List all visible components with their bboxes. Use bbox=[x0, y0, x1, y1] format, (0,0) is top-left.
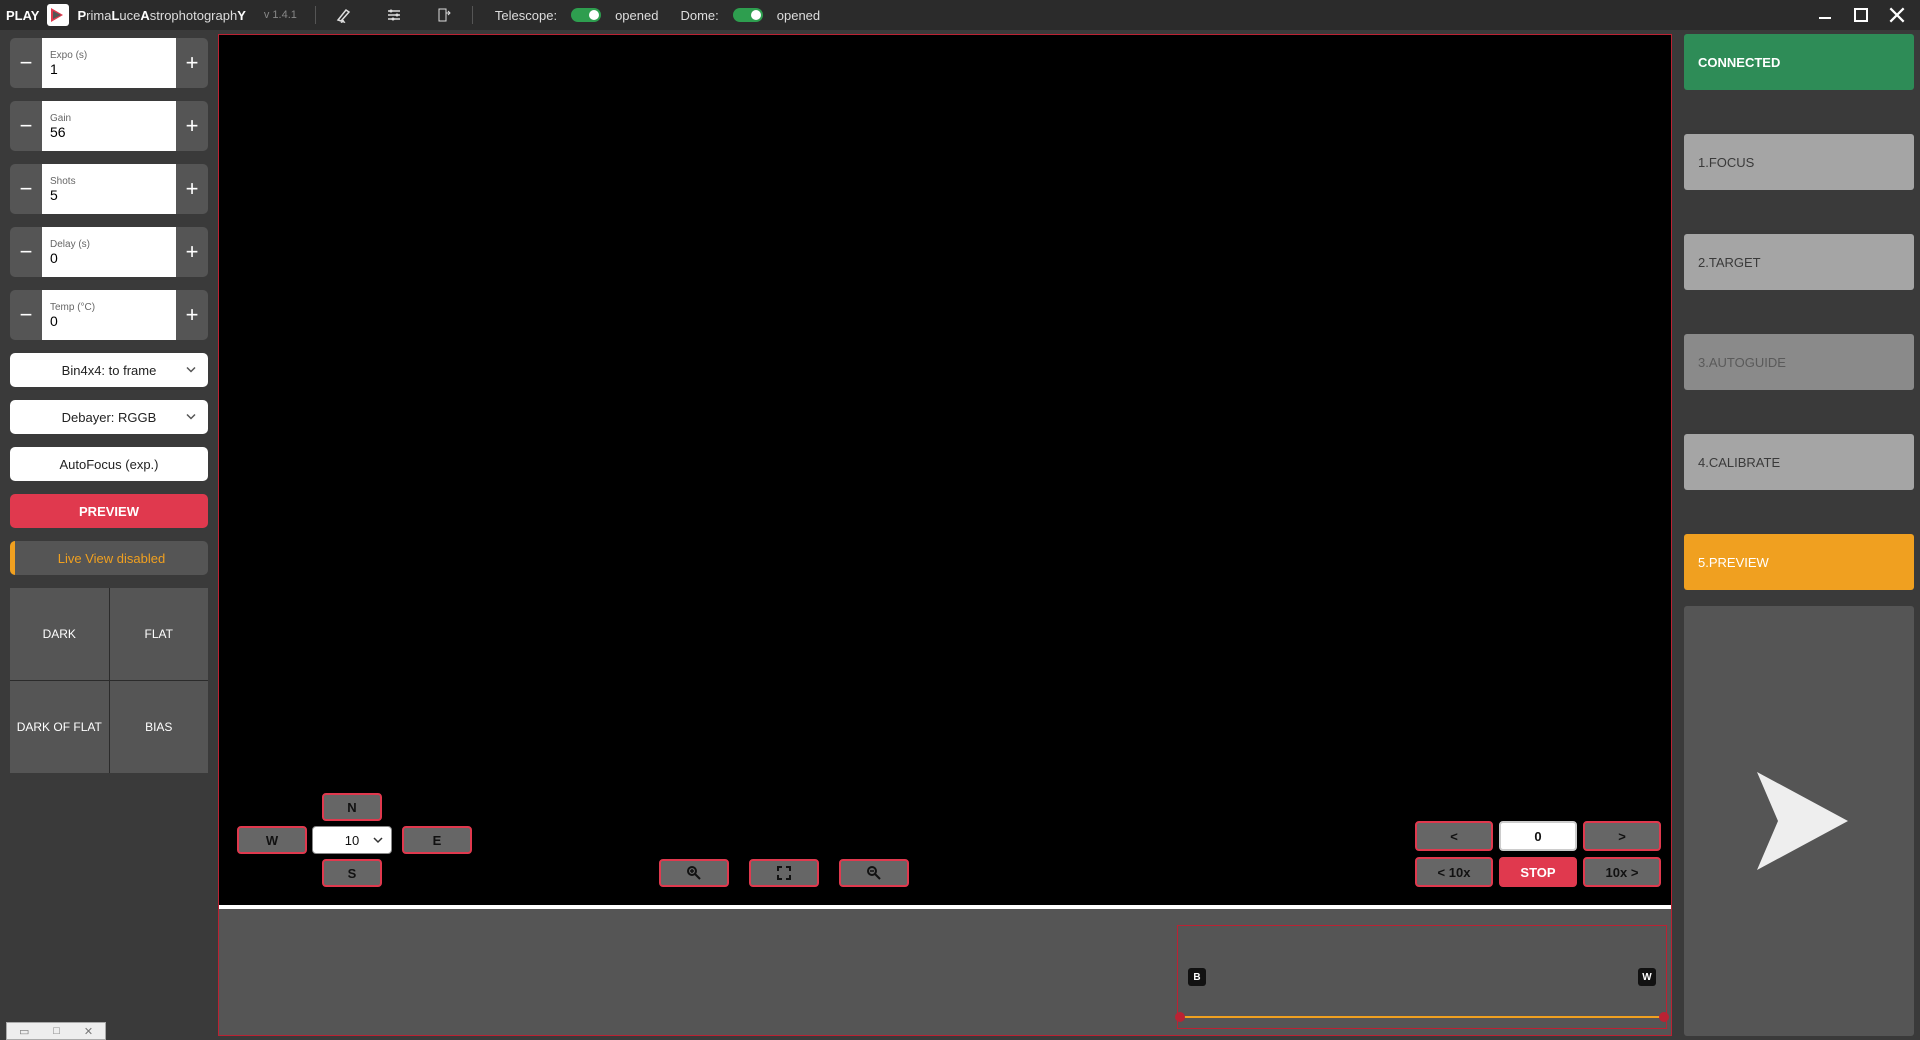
sliders-icon[interactable] bbox=[384, 5, 404, 25]
telescope-status-label: Telescope: bbox=[495, 8, 557, 23]
delay-label: Delay (s) bbox=[50, 239, 168, 250]
shots-row: − Shots + bbox=[10, 164, 208, 214]
white-point-handle[interactable]: W bbox=[1638, 968, 1656, 986]
shots-plus-button[interactable]: + bbox=[176, 164, 208, 214]
version-label: v 1.4.1 bbox=[264, 9, 297, 21]
shots-label: Shots bbox=[50, 176, 168, 187]
delay-input[interactable] bbox=[50, 250, 168, 266]
histogram-range[interactable]: B W bbox=[1177, 925, 1667, 1029]
focuser-step-out-button[interactable]: > bbox=[1583, 821, 1661, 851]
liveview-button[interactable]: Live View disabled bbox=[10, 541, 208, 575]
gain-row: − Gain + bbox=[10, 101, 208, 151]
chevron-down-icon bbox=[373, 833, 383, 848]
step-target[interactable]: 2.TARGET bbox=[1684, 234, 1914, 290]
dark-of-flat-button[interactable]: DARK OF FLAT bbox=[10, 681, 109, 773]
telescope-state: opened bbox=[615, 8, 658, 23]
step-calibrate[interactable]: 4.CALIBRATE bbox=[1684, 434, 1914, 490]
restore-icon[interactable]: ▭ bbox=[19, 1025, 29, 1038]
right-panel: CONNECTED 1.FOCUS 2.TARGET 3.AUTOGUIDE 4… bbox=[1680, 30, 1920, 1040]
step-focus[interactable]: 1.FOCUS bbox=[1684, 134, 1914, 190]
zoom-fit-button[interactable] bbox=[749, 859, 819, 887]
delay-minus-button[interactable]: − bbox=[10, 227, 42, 277]
focuser-fast-in-button[interactable]: < 10x bbox=[1415, 857, 1493, 887]
brand-name: PrimaLuceAstrophotographY bbox=[77, 8, 245, 23]
debayer-select[interactable]: Debayer: RGGB bbox=[10, 400, 208, 434]
move-south-button[interactable]: S bbox=[322, 859, 382, 887]
maximize-icon[interactable]: □ bbox=[53, 1025, 60, 1037]
preview-button[interactable]: PREVIEW bbox=[10, 494, 208, 528]
expo-plus-button[interactable]: + bbox=[176, 38, 208, 88]
expo-input[interactable] bbox=[50, 61, 168, 77]
move-north-button[interactable]: N bbox=[322, 793, 382, 821]
window-maximize-button[interactable] bbox=[1846, 0, 1876, 30]
temp-label: Temp (°C) bbox=[50, 302, 168, 313]
window-minimize-button[interactable] bbox=[1810, 0, 1840, 30]
focuser-position[interactable]: 0 bbox=[1499, 821, 1577, 851]
step-connected[interactable]: CONNECTED bbox=[1684, 34, 1914, 90]
flat-button[interactable]: FLAT bbox=[110, 588, 209, 680]
bias-button[interactable]: BIAS bbox=[110, 681, 209, 773]
temp-row: − Temp (°C) + bbox=[10, 290, 208, 340]
play-label: PLAY bbox=[6, 8, 39, 23]
chevron-down-icon bbox=[186, 410, 196, 425]
window-close-button[interactable] bbox=[1882, 0, 1912, 30]
delay-plus-button[interactable]: + bbox=[176, 227, 208, 277]
expo-row: − Expo (s) + bbox=[10, 38, 208, 88]
move-west-button[interactable]: W bbox=[237, 826, 307, 854]
dome-toggle[interactable] bbox=[733, 8, 763, 22]
step-preview[interactable]: 5.PREVIEW bbox=[1684, 534, 1914, 590]
zoom-in-button[interactable] bbox=[659, 859, 729, 887]
gain-input[interactable] bbox=[50, 124, 168, 140]
telescope-toggle[interactable] bbox=[571, 8, 601, 22]
center-panel: B W N S W E 10 < 0 bbox=[218, 34, 1672, 1036]
shots-minus-button[interactable]: − bbox=[10, 164, 42, 214]
topbar: PLAY PrimaLuceAstrophotographY v 1.4.1 T… bbox=[0, 0, 1920, 30]
binning-select[interactable]: Bin4x4: to frame bbox=[10, 353, 208, 387]
dome-status-label: Dome: bbox=[680, 8, 718, 23]
image-viewport[interactable] bbox=[219, 35, 1671, 905]
temp-minus-button[interactable]: − bbox=[10, 290, 42, 340]
temp-plus-button[interactable]: + bbox=[176, 290, 208, 340]
focuser-stop-button[interactable]: STOP bbox=[1499, 857, 1577, 887]
delay-row: − Delay (s) + bbox=[10, 227, 208, 277]
gain-label: Gain bbox=[50, 113, 168, 124]
histogram-area: B W bbox=[219, 909, 1671, 1035]
zoom-out-button[interactable] bbox=[839, 859, 909, 887]
focuser-step-in-button[interactable]: < bbox=[1415, 821, 1493, 851]
slew-speed-select[interactable]: 10 bbox=[312, 826, 392, 854]
close-icon[interactable]: ✕ bbox=[84, 1025, 93, 1038]
autofocus-button[interactable]: AutoFocus (exp.) bbox=[10, 447, 208, 481]
gain-plus-button[interactable]: + bbox=[176, 101, 208, 151]
focuser-controls: < 0 > < 10x STOP 10x > bbox=[1415, 821, 1661, 887]
focuser-fast-out-button[interactable]: 10x > bbox=[1583, 857, 1661, 887]
dark-button[interactable]: DARK bbox=[10, 588, 109, 680]
app-logo-icon bbox=[47, 4, 69, 26]
run-sequence-button[interactable] bbox=[1684, 606, 1914, 1036]
mount-dpad: N S W E 10 bbox=[237, 793, 472, 887]
export-icon[interactable] bbox=[434, 5, 454, 25]
dome-state: opened bbox=[777, 8, 820, 23]
black-point-handle[interactable]: B bbox=[1188, 968, 1206, 986]
step-autoguide[interactable]: 3.AUTOGUIDE bbox=[1684, 334, 1914, 390]
telescope-icon[interactable] bbox=[334, 5, 354, 25]
gain-minus-button[interactable]: − bbox=[10, 101, 42, 151]
frame-type-grid: DARK FLAT DARK OF FLAT BIAS bbox=[10, 588, 208, 773]
taskbar-mini-window[interactable]: ▭ □ ✕ bbox=[6, 1022, 106, 1040]
chevron-down-icon bbox=[186, 363, 196, 378]
expo-label: Expo (s) bbox=[50, 50, 168, 61]
zoom-row bbox=[659, 859, 909, 887]
expo-minus-button[interactable]: − bbox=[10, 38, 42, 88]
temp-input[interactable] bbox=[50, 313, 168, 329]
shots-input[interactable] bbox=[50, 187, 168, 203]
left-panel: − Expo (s) + − Gain + − Shots + − bbox=[0, 30, 218, 1040]
move-east-button[interactable]: E bbox=[402, 826, 472, 854]
